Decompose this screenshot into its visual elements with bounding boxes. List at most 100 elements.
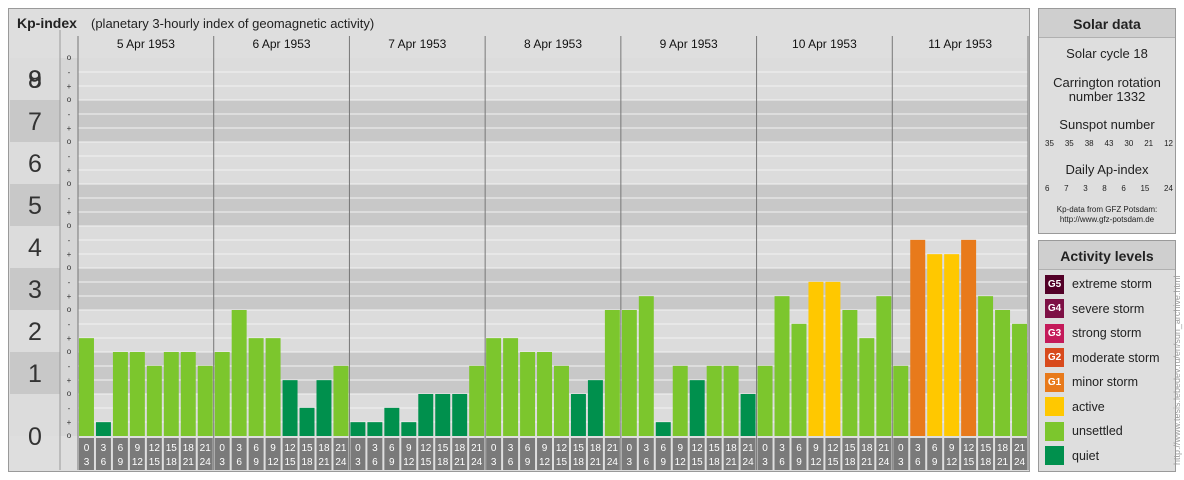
minor-mark: o — [67, 221, 72, 230]
y-tick-label: 7 — [28, 108, 42, 136]
kp-bar — [248, 338, 264, 436]
y-tick-label: 2 — [28, 318, 42, 346]
day-label: 6 Apr 1953 — [253, 37, 311, 51]
time-end-label: 24 — [200, 457, 212, 468]
minor-mark: + — [67, 334, 72, 343]
kp-band — [78, 142, 1028, 184]
time-end-label: 3 — [762, 457, 768, 468]
kp-bar — [316, 380, 332, 436]
kp-bar — [401, 422, 417, 436]
time-end-label: 9 — [525, 457, 531, 468]
y-tick-label: 9 — [28, 66, 42, 94]
time-start-label: 12 — [149, 443, 161, 454]
time-start-label: 15 — [844, 443, 856, 454]
kp-bar — [452, 394, 468, 436]
ap-label: Daily Ap-index — [1065, 162, 1149, 177]
legend-swatch: G2 — [1045, 348, 1064, 367]
time-start-label: 21 — [1014, 443, 1026, 454]
time-start-label: 0 — [491, 443, 497, 454]
time-end-label: 21 — [318, 457, 330, 468]
minor-mark: - — [68, 110, 71, 119]
minor-mark: o — [67, 305, 72, 314]
kp-bar — [757, 365, 773, 436]
time-end-label: 12 — [268, 457, 280, 468]
sunspot-value: 38 — [1084, 139, 1094, 148]
legend-swatch — [1045, 397, 1064, 416]
y-tick-label: 4 — [28, 234, 42, 262]
kp-bar — [503, 338, 519, 436]
kp-bar — [350, 422, 366, 436]
legend-label: minor storm — [1072, 375, 1138, 389]
time-start-label: 18 — [590, 443, 602, 454]
time-start-label: 9 — [406, 443, 412, 454]
minor-mark: o — [67, 179, 72, 188]
time-start-label: 21 — [607, 443, 619, 454]
credit-link[interactable]: http://www.gfz-potsdam.de — [1039, 215, 1175, 225]
kp-bar — [774, 296, 790, 436]
y-tick-label: 0 — [28, 423, 42, 451]
y-tick-label: 1 — [28, 360, 42, 388]
y-tick-label: 5 — [28, 192, 42, 220]
time-end-label: 9 — [118, 457, 124, 468]
minor-mark: + — [67, 376, 72, 385]
kp-bar — [978, 296, 994, 436]
time-start-label: 21 — [200, 443, 212, 454]
time-start-label: 12 — [963, 443, 975, 454]
time-end-label: 9 — [660, 457, 666, 468]
time-end-label: 6 — [508, 457, 514, 468]
time-end-label: 24 — [471, 457, 483, 468]
kp-bar — [944, 254, 960, 436]
time-start-label: 21 — [878, 443, 890, 454]
solar-data-panel: Solar data Solar cycle 18 Carrington rot… — [1038, 8, 1176, 234]
kp-bar — [469, 365, 485, 436]
time-start-label: 15 — [166, 443, 178, 454]
kp-bar — [486, 338, 502, 436]
activity-levels-title: Activity levels — [1039, 241, 1175, 270]
time-end-label: 3 — [219, 457, 225, 468]
kp-bar — [435, 394, 451, 436]
time-start-label: 6 — [660, 443, 666, 454]
sunspot-label: Sunspot number — [1059, 117, 1155, 132]
time-end-label: 9 — [932, 457, 938, 468]
time-start-label: 0 — [84, 443, 90, 454]
legend-item: quiet — [1045, 446, 1099, 466]
minor-mark: + — [67, 82, 72, 91]
time-start-label: 12 — [420, 443, 432, 454]
minor-mark: + — [67, 292, 72, 301]
time-end-label: 18 — [980, 457, 992, 468]
legend-item: G2 moderate storm — [1045, 348, 1160, 368]
legend-label: strong storm — [1072, 326, 1142, 340]
time-end-label: 21 — [183, 457, 195, 468]
minor-mark: o — [67, 347, 72, 356]
kp-bar — [520, 352, 536, 436]
kp-band — [78, 184, 1028, 226]
time-end-label: 15 — [149, 457, 161, 468]
minor-mark: - — [68, 362, 71, 371]
minor-mark: + — [67, 418, 72, 427]
time-end-label: 21 — [454, 457, 466, 468]
time-start-label: 21 — [471, 443, 483, 454]
time-end-label: 12 — [539, 457, 551, 468]
sunspot-values: 35 35 38 43 30 21 12 — [1045, 139, 1173, 148]
legend-item: G4 severe storm — [1045, 299, 1144, 319]
minor-mark: - — [68, 152, 71, 161]
ap-value: 7 — [1064, 184, 1069, 193]
kp-bar — [163, 352, 179, 436]
time-end-label: 21 — [590, 457, 602, 468]
solar-data-title: Solar data — [1039, 9, 1175, 38]
kp-bar — [214, 352, 230, 436]
minor-mark: o — [67, 95, 72, 104]
legend-label: extreme storm — [1072, 277, 1152, 291]
time-end-label: 3 — [898, 457, 904, 468]
kp-bar — [638, 296, 654, 436]
time-start-label: 6 — [796, 443, 802, 454]
time-start-label: 3 — [779, 443, 785, 454]
legend-label: unsettled — [1072, 424, 1123, 438]
minor-mark: - — [68, 194, 71, 203]
legend-label: quiet — [1072, 448, 1100, 463]
time-end-label: 12 — [132, 457, 144, 468]
kp-bar — [537, 352, 552, 436]
time-start-label: 18 — [318, 443, 330, 454]
time-start-label: 12 — [692, 443, 704, 454]
carrington-line1: Carrington rotation — [1053, 75, 1161, 90]
